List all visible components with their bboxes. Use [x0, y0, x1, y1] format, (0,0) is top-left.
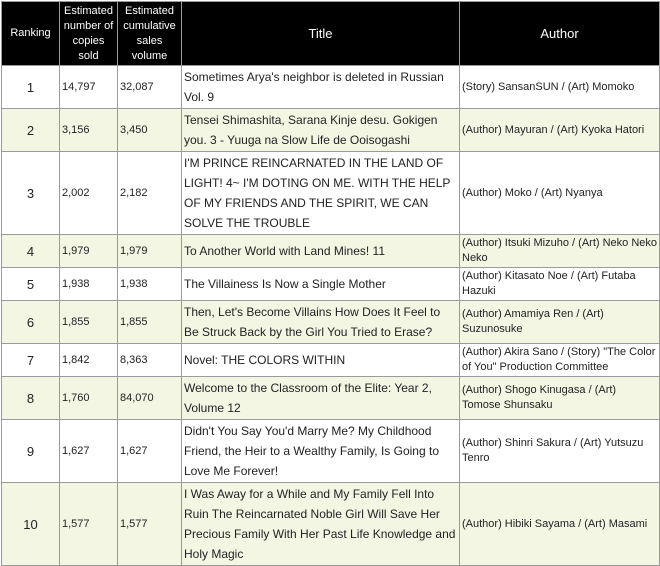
copies-cell: 1,979	[59, 234, 118, 268]
title-cell: I'M PRINCE REINCARNATED IN THE LAND OF L…	[181, 151, 460, 235]
title-cell: Didn't You Say You'd Marry Me? My Childh…	[181, 419, 460, 483]
author-cell: (Author) Moko / (Art) Nyanya	[459, 151, 660, 235]
table-row: 6 1,855 1,855 Then, Let's Become Villain…	[1, 300, 660, 344]
title-cell: To Another World with Land Mines! 11	[181, 234, 460, 268]
title-cell: Sometimes Arya's neighbor is deleted in …	[181, 65, 460, 109]
header-row: Ranking Estimated number of copies sold …	[1, 1, 660, 66]
author-cell: (Author) Hibiki Sayama / (Art) Masami	[459, 482, 660, 566]
table-row: 1 14,797 32,087 Sometimes Arya's neighbo…	[1, 65, 660, 109]
copies-cell: 1,842	[59, 343, 118, 377]
cumulative-cell: 8,363	[117, 343, 182, 377]
rank-cell: 3	[1, 151, 60, 235]
author-cell: (Author) Mayuran / (Art) Kyoka Hatori	[459, 108, 660, 152]
author-cell: (Author) Akira Sano / (Story) "The Color…	[459, 343, 660, 377]
table-row: 7 1,842 8,363 Novel: THE COLORS WITHIN (…	[1, 343, 660, 377]
cumulative-cell: 1,938	[117, 267, 182, 301]
table-row: 2 3,156 3,450 Tensei Shimashita, Sarana …	[1, 108, 660, 152]
table-row: 8 1,760 84,070 Welcome to the Classroom …	[1, 376, 660, 420]
table-row: 3 2,002 2,182 I'M PRINCE REINCARNATED IN…	[1, 151, 660, 235]
cumulative-cell: 84,070	[117, 376, 182, 420]
rank-cell: 4	[1, 234, 60, 268]
copies-cell: 1,577	[59, 482, 118, 566]
rank-cell: 2	[1, 108, 60, 152]
ranking-table: Ranking Estimated number of copies sold …	[1, 1, 660, 566]
copies-cell: 1,627	[59, 419, 118, 483]
title-cell: Welcome to the Classroom of the Elite: Y…	[181, 376, 460, 420]
author-cell: (Author) Kitasato Noe / (Art) Futaba Haz…	[459, 267, 660, 301]
cumulative-cell: 1,855	[117, 300, 182, 344]
cumulative-cell: 1,627	[117, 419, 182, 483]
author-cell: (Author) Amamiya Ren / (Art) Suzunosuke	[459, 300, 660, 344]
author-cell: (Author) Itsuki Mizuho / (Art) Neko Neko…	[459, 234, 660, 268]
copies-cell: 14,797	[59, 65, 118, 109]
title-cell: I Was Away for a While and My Family Fel…	[181, 482, 460, 566]
rank-cell: 6	[1, 300, 60, 344]
header-title: Title	[181, 1, 460, 66]
title-cell: The Villainess Is Now a Single Mother	[181, 267, 460, 301]
author-cell: (Author) Shogo Kinugasa / (Art) Tomose S…	[459, 376, 660, 420]
title-cell: Then, Let's Become Villains How Does It …	[181, 300, 460, 344]
rank-cell: 8	[1, 376, 60, 420]
cumulative-cell: 2,182	[117, 151, 182, 235]
table-row: 9 1,627 1,627 Didn't You Say You'd Marry…	[1, 419, 660, 483]
rank-cell: 10	[1, 482, 60, 566]
cumulative-cell: 3,450	[117, 108, 182, 152]
author-cell: (Author) Shinri Sakura / (Art) Yutsuzu T…	[459, 419, 660, 483]
title-cell: Novel: THE COLORS WITHIN	[181, 343, 460, 377]
cumulative-cell: 32,087	[117, 65, 182, 109]
copies-cell: 1,760	[59, 376, 118, 420]
cumulative-cell: 1,979	[117, 234, 182, 268]
copies-cell: 3,156	[59, 108, 118, 152]
table-row: 10 1,577 1,577 I Was Away for a While an…	[1, 482, 660, 566]
author-cell: (Story) SansanSUN / (Art) Momoko	[459, 65, 660, 109]
rank-cell: 5	[1, 267, 60, 301]
rank-cell: 1	[1, 65, 60, 109]
rank-cell: 9	[1, 419, 60, 483]
copies-cell: 2,002	[59, 151, 118, 235]
copies-cell: 1,938	[59, 267, 118, 301]
rank-cell: 7	[1, 343, 60, 377]
title-cell: Tensei Shimashita, Sarana Kinje desu. Go…	[181, 108, 460, 152]
cumulative-cell: 1,577	[117, 482, 182, 566]
table-row: 4 1,979 1,979 To Another World with Land…	[1, 234, 660, 268]
header-cumulative: Estimated cumulative sales volume	[117, 1, 182, 66]
header-ranking: Ranking	[1, 1, 60, 66]
header-copies-sold: Estimated number of copies sold	[59, 1, 118, 66]
copies-cell: 1,855	[59, 300, 118, 344]
table-row: 5 1,938 1,938 The Villainess Is Now a Si…	[1, 267, 660, 301]
header-author: Author	[459, 1, 660, 66]
